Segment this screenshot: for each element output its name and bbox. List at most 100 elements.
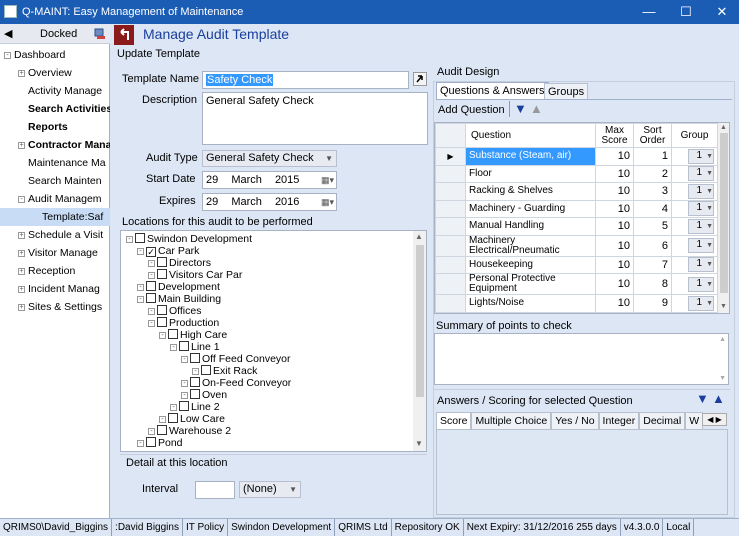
tree-node[interactable]: - Main Building [137,293,221,305]
column-header[interactable]: Max Score [595,123,634,148]
nav-item-8[interactable]: - Audit Managem [0,190,110,208]
tree-node[interactable]: - Warehouse 2 [148,425,231,437]
nav-item-3[interactable]: Search Activities [0,100,110,118]
collapse-toggle-icon[interactable]: - [170,403,177,411]
sort-order-cell[interactable]: 8 [633,273,672,295]
checkbox[interactable] [157,317,167,327]
refresh-icon[interactable] [413,72,427,86]
add-question-button[interactable]: Add Question [438,104,505,116]
move-up-icon[interactable]: ▲ [712,391,725,406]
checkbox[interactable] [157,425,167,435]
expand-toggle-icon[interactable]: + [18,267,25,275]
scroll-thumb[interactable] [720,133,728,293]
move-up-icon[interactable]: ▲ [530,101,543,116]
row-selector-icon[interactable] [435,234,466,257]
nav-back-icon[interactable]: ◀ [4,27,12,40]
tree-node[interactable]: - High Care [159,329,227,341]
question-cell[interactable]: Personal Protective Equipment [465,273,596,295]
scroll-down-icon[interactable]: ▼ [415,439,423,448]
tree-node[interactable]: - Line 1 [170,341,220,353]
checkbox[interactable] [135,233,145,243]
column-header[interactable]: Sort Order [633,123,672,148]
nav-item-1[interactable]: + Overview [0,64,110,82]
tree-node[interactable]: - ✓ Car Park [137,245,199,257]
group-cell[interactable]: 1 ▼ [671,255,718,274]
answer-tab-3[interactable]: Integer [598,412,640,429]
max-score-cell[interactable]: 10 [595,199,634,218]
question-cell[interactable]: Housekeeping [465,255,596,274]
group-select[interactable]: 1 ▼ [688,295,714,311]
group-select[interactable]: 1 ▼ [688,148,714,164]
tab-scroll-arrows[interactable]: ◀ ▶ [702,413,727,426]
tree-node[interactable]: - Exit Rack [192,365,257,377]
tab-questions-answers[interactable]: Questions & Answers [436,82,549,99]
tree-node[interactable]: - Development [137,281,220,293]
back-arrow-icon[interactable] [114,25,134,45]
row-selector-icon[interactable] [435,294,466,313]
checkbox[interactable] [179,401,189,411]
tree-node[interactable]: - Swindon Development [126,233,252,245]
minimize-button[interactable]: — [631,0,667,24]
tree-node[interactable]: - Low Care [159,413,225,425]
table-row[interactable]: Housekeeping 10 7 1 ▼ [435,255,718,274]
nav-item-7[interactable]: Search Mainten [0,172,110,190]
scroll-down-icon[interactable]: ▼ [720,303,727,310]
checkbox[interactable] [146,293,156,303]
nav-item-6[interactable]: Maintenance Ma [0,154,110,172]
tree-node[interactable]: - Offices [148,305,201,317]
nav-item-11[interactable]: + Visitor Manage [0,244,110,262]
question-cell[interactable]: Manual Handling [465,217,596,236]
sort-order-cell[interactable]: 2 [633,164,672,183]
collapse-toggle-icon[interactable]: - [181,355,188,363]
checkbox[interactable] [190,377,200,387]
collapse-toggle-icon[interactable]: - [148,319,155,327]
max-score-cell[interactable]: 10 [595,273,634,295]
table-row[interactable]: Lights/Noise 10 9 1 ▼ [435,294,718,313]
nav-item-5[interactable]: + Contractor Mana [0,136,110,154]
checkbox[interactable]: ✓ [146,247,156,257]
tree-node[interactable]: - Line 2 [170,401,220,413]
group-cell[interactable]: 1 ▼ [671,217,718,236]
summary-textarea[interactable]: ▲ ▼ [434,333,729,385]
collapse-toggle-icon[interactable]: - [137,283,144,291]
grid-scrollbar[interactable]: ▲ ▼ [718,123,729,313]
tree-node[interactable]: - Pond [137,437,183,449]
sort-order-cell[interactable]: 4 [633,199,672,218]
maximize-button[interactable]: ☐ [668,0,704,24]
tree-node[interactable]: - Visitors Car Par [148,269,242,281]
locations-tree[interactable]: - Swindon Development - ✓ Car Park - Directors… [120,230,427,452]
answer-tab-2[interactable]: Yes / No [551,412,599,429]
expand-toggle-icon[interactable]: + [18,69,25,77]
checkbox[interactable] [190,389,200,399]
audit-type-select[interactable]: General Safety Check ▼ [202,150,337,167]
table-row[interactable]: ▶ Substance (Steam, air) 10 1 1 ▼ [435,147,718,166]
sort-order-cell[interactable]: 1 [633,147,672,166]
scroll-up-icon[interactable]: ▲ [719,336,726,343]
template-name-input[interactable]: Safety Check [202,71,409,89]
nav-item-10[interactable]: + Schedule a Visit [0,226,110,244]
question-grid[interactable]: Question Max Score Sort Order Group ▶ Substan… [434,122,730,314]
scroll-down-icon[interactable]: ▼ [719,375,726,382]
group-select[interactable]: 1 ▼ [688,238,714,253]
table-row[interactable]: Manual Handling 10 5 1 ▼ [435,217,718,236]
expires-date-picker[interactable]: 29 March 2016 ▦▾ [202,193,337,211]
answer-tab-1[interactable]: Multiple Choice [471,412,552,429]
column-header[interactable]: Question [465,123,596,148]
row-selector-icon[interactable] [435,199,466,218]
max-score-cell[interactable]: 10 [595,164,634,183]
nav-item-4[interactable]: Reports [0,118,110,136]
row-selector-icon[interactable] [435,255,466,274]
tree-node[interactable]: - Production [148,317,219,329]
tree-node[interactable]: - Oven [181,389,227,401]
row-selector-icon[interactable] [435,164,466,183]
max-score-cell[interactable]: 10 [595,255,634,274]
collapse-toggle-icon[interactable]: - [170,343,177,351]
expand-toggle-icon[interactable]: + [18,303,25,311]
dock-pin-icon[interactable] [94,28,106,40]
checkbox[interactable] [157,305,167,315]
table-row[interactable]: Racking & Shelves 10 3 1 ▼ [435,182,718,201]
row-selector-icon[interactable] [435,182,466,201]
collapse-toggle-icon[interactable]: - [126,235,133,243]
tree-node[interactable]: - Off Feed Conveyor [181,353,291,365]
expand-toggle-icon[interactable]: - [4,51,11,59]
